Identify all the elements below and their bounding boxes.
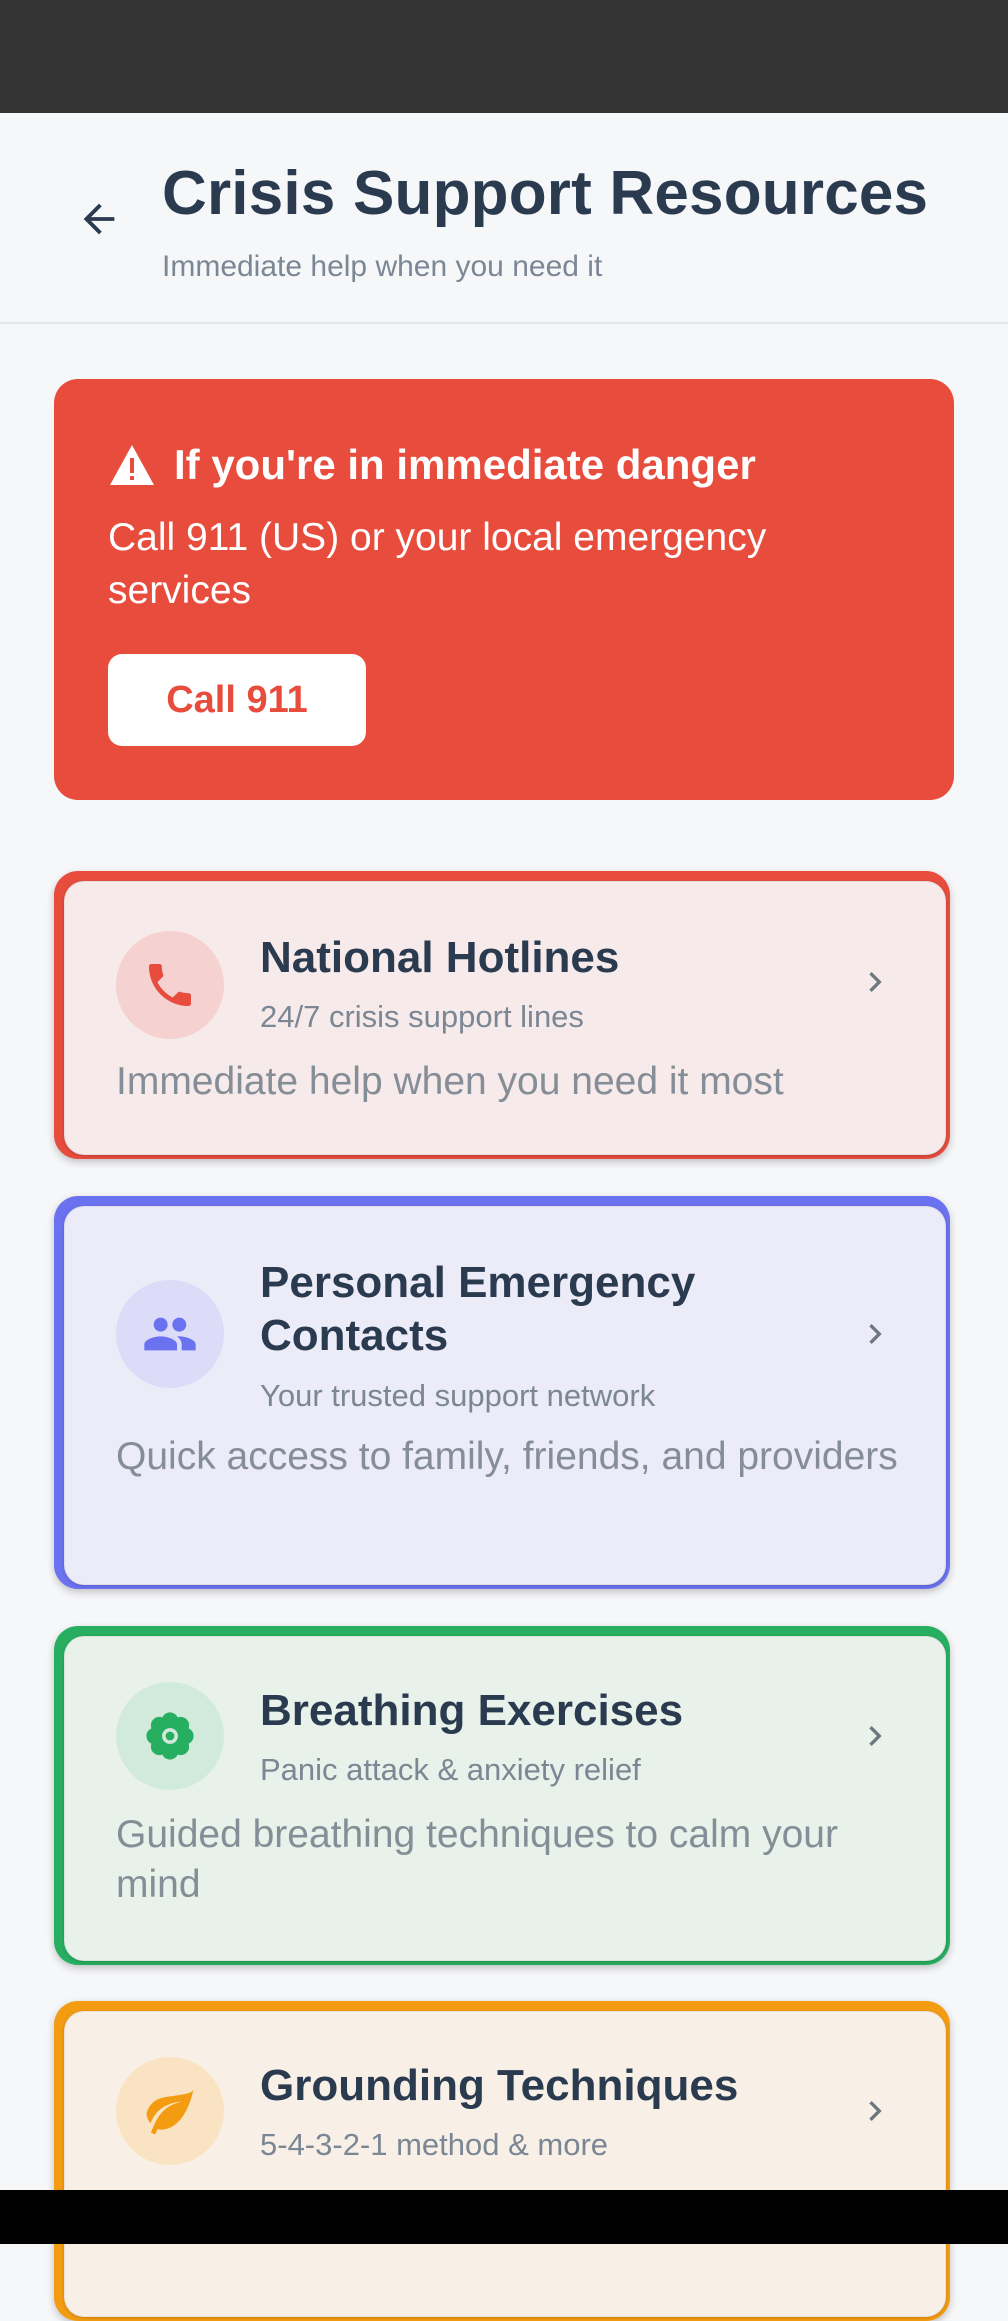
card-title: Breathing Exercises xyxy=(260,1686,684,1735)
card-description: Immediate help when you need it most xyxy=(116,1060,784,1103)
emergency-alert-card: If you're in immediate danger Call 911 (… xyxy=(54,379,954,800)
card-subtitle: Panic attack & anxiety relief xyxy=(260,1752,641,1787)
chevron-right-icon xyxy=(850,957,900,1007)
emergency-alert-text: Call 911 (US) or your local emergency se… xyxy=(108,516,767,612)
leaf-icon xyxy=(146,2090,194,2135)
flower-icon xyxy=(146,1712,194,1760)
call-911-button[interactable]: Call 911 xyxy=(108,654,366,746)
card-subtitle: 5-4-3-2-1 method & more xyxy=(260,2127,609,2162)
status-bar xyxy=(0,0,1008,113)
card-title: National Hotlines xyxy=(260,933,620,982)
warning-icon xyxy=(110,445,154,485)
back-arrow-icon xyxy=(83,203,115,235)
system-navigation-bar xyxy=(0,2190,1008,2244)
card-subtitle: 24/7 crisis support lines xyxy=(260,999,584,1034)
grounding-techniques-card[interactable]: Grounding Techniques 5-4-3-2-1 method & … xyxy=(54,2001,950,2321)
phone-icon xyxy=(149,964,191,1006)
emergency-alert-header: If you're in immediate danger xyxy=(108,441,756,489)
page-title: Crisis Support Resources xyxy=(162,159,929,228)
card-title: Grounding Techniques xyxy=(260,2061,739,2110)
card-description: Quick access to family, friends, and pro… xyxy=(116,1435,898,1478)
card-subtitle: Your trusted support network xyxy=(260,1378,656,1413)
card-title: Personal Emergency Contacts xyxy=(260,1258,696,1360)
back-button[interactable] xyxy=(60,180,138,258)
phone-icon-circle xyxy=(116,931,224,1039)
card-description: Guided breathing techniques to calm your… xyxy=(116,1813,838,1906)
chevron-right-icon xyxy=(850,1309,900,1359)
emergency-alert-title: If you're in immediate danger xyxy=(174,441,756,488)
personal-emergency-contacts-card[interactable]: Personal Emergency Contacts Your trusted… xyxy=(54,1196,950,1589)
people-icon-circle xyxy=(116,1280,224,1388)
chevron-right-icon xyxy=(850,2086,900,2136)
page-subtitle: Immediate help when you need it xyxy=(162,250,603,283)
chevron-right-icon xyxy=(850,1711,900,1761)
people-icon xyxy=(144,1317,196,1351)
national-hotlines-card[interactable]: National Hotlines 24/7 crisis support li… xyxy=(54,871,950,1159)
leaf-icon-circle xyxy=(116,2057,224,2165)
breathing-exercises-card[interactable]: Breathing Exercises Panic attack & anxie… xyxy=(54,1626,950,1965)
flower-icon-circle xyxy=(116,1682,224,1790)
